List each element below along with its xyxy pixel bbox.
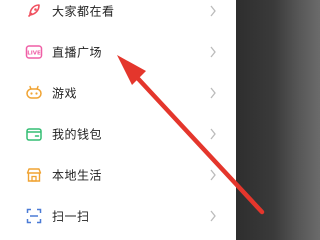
gamepad-icon bbox=[25, 84, 43, 102]
menu-item-popular[interactable]: 大家都在看 bbox=[0, 0, 228, 31]
chevron-right-icon bbox=[210, 128, 216, 139]
menu-item-wallet[interactable]: 我的钱包 bbox=[0, 113, 228, 154]
scan-icon bbox=[25, 207, 43, 225]
live-icon: LIVE bbox=[25, 43, 43, 61]
menu-item-label: 本地生活 bbox=[52, 168, 103, 182]
menu-item-label: 扫一扫 bbox=[52, 209, 90, 223]
menu-item-scan[interactable]: 扫一扫 bbox=[0, 195, 228, 236]
wallet-icon bbox=[25, 125, 43, 143]
menu-item-label: 大家都在看 bbox=[52, 4, 115, 18]
chevron-right-icon bbox=[210, 5, 216, 16]
chevron-right-icon bbox=[210, 210, 216, 221]
chevron-right-icon bbox=[210, 46, 216, 57]
dimmed-main-content[interactable] bbox=[236, 0, 320, 240]
live-icon-text: LIVE bbox=[27, 50, 41, 56]
app-screen: 大家都在看 LIVE 直播广场 游戏 我的钱包 本地生活 扫一扫 bbox=[0, 0, 320, 240]
chevron-right-icon bbox=[210, 87, 216, 98]
shop-icon bbox=[25, 166, 43, 184]
menu-item-local-life[interactable]: 本地生活 bbox=[0, 154, 228, 195]
side-menu: 大家都在看 LIVE 直播广场 游戏 我的钱包 本地生活 扫一扫 bbox=[0, 0, 228, 236]
menu-item-label: 直播广场 bbox=[52, 45, 103, 59]
menu-item-games[interactable]: 游戏 bbox=[0, 72, 228, 113]
menu-item-label: 游戏 bbox=[52, 86, 78, 100]
menu-item-live-square[interactable]: LIVE 直播广场 bbox=[0, 31, 228, 72]
rocket-icon bbox=[25, 2, 43, 20]
menu-item-label: 我的钱包 bbox=[52, 127, 103, 141]
chevron-right-icon bbox=[210, 169, 216, 180]
